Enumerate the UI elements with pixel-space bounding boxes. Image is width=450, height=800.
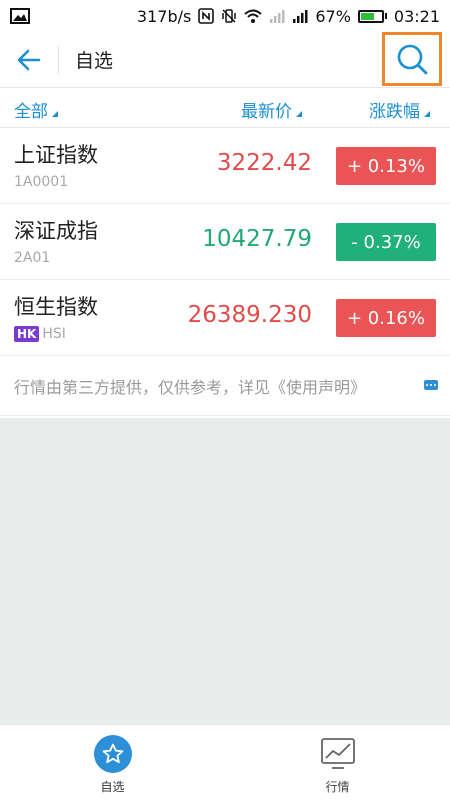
sort-price-label: 最新价 xyxy=(241,102,292,122)
search-button[interactable] xyxy=(382,32,442,86)
stock-code-text: HSI xyxy=(42,326,66,342)
app-header: 自选 xyxy=(0,32,450,88)
change-badge[interactable]: - 0.37% xyxy=(336,223,436,261)
status-bar: 317b/s 67% 03:21 xyxy=(0,0,450,32)
filter-all-label: 全部 xyxy=(14,102,48,122)
sort-change-label: 涨跌幅 xyxy=(369,102,420,122)
page-title: 自选 xyxy=(75,50,114,72)
stock-name: 上证指数 xyxy=(14,143,98,167)
bottom-nav: 自选 行情 xyxy=(0,724,450,800)
sort-price-button[interactable]: 最新价 xyxy=(241,97,302,122)
sort-triangle-icon xyxy=(296,110,302,117)
tab-watchlist[interactable]: 自选 xyxy=(0,725,225,800)
stock-code-text: 2A01 xyxy=(14,250,51,266)
stock-code: HK HSI xyxy=(14,326,66,342)
battery-percent: 67% xyxy=(315,6,351,26)
wifi-icon xyxy=(244,9,262,23)
stock-code-text: 1A0001 xyxy=(14,174,69,190)
sort-change-button[interactable]: 涨跌幅 xyxy=(369,97,430,122)
network-speed: 317b/s xyxy=(136,6,192,26)
disclaimer-text: 行情由第三方提供，仅供参考，详见《使用声明》 xyxy=(14,377,367,397)
vibrate-icon xyxy=(221,8,237,24)
disclaimer-row[interactable]: 行情由第三方提供，仅供参考，详见《使用声明》 xyxy=(0,356,450,416)
sort-triangle-icon xyxy=(424,110,430,117)
tab-watchlist-label: 自选 xyxy=(100,780,125,794)
image-notification-icon xyxy=(10,8,30,24)
change-badge[interactable]: + 0.13% xyxy=(336,147,436,185)
more-icon xyxy=(424,380,438,390)
stock-name: 深证成指 xyxy=(14,219,98,243)
change-badge[interactable]: + 0.16% xyxy=(336,299,436,337)
stock-price: 10427.79 xyxy=(202,226,312,252)
clock: 03:21 xyxy=(393,6,440,26)
chart-icon xyxy=(319,735,357,773)
market-badge: HK xyxy=(14,326,40,342)
signal-strong-icon xyxy=(292,9,308,23)
tab-market-label: 行情 xyxy=(325,780,350,794)
empty-area xyxy=(0,418,450,724)
signal-weak-icon xyxy=(269,9,285,23)
filter-all-button[interactable]: 全部 xyxy=(14,97,58,122)
header-divider xyxy=(58,45,59,74)
back-button[interactable] xyxy=(0,32,58,88)
watchlist-row[interactable]: 恒生指数 HK HSI 26389.230 + 0.16% xyxy=(0,280,450,356)
stock-price: 26389.230 xyxy=(187,302,312,328)
tab-market[interactable]: 行情 xyxy=(225,725,450,800)
watchlist: 上证指数 1A0001 3222.42 + 0.13% 深证成指 2A01 10… xyxy=(0,128,450,356)
stock-name: 恒生指数 xyxy=(14,295,98,319)
nfc-icon xyxy=(198,8,215,24)
watchlist-row[interactable]: 上证指数 1A0001 3222.42 + 0.13% xyxy=(0,128,450,204)
star-icon xyxy=(93,735,132,773)
sort-triangle-icon xyxy=(52,110,58,117)
back-arrow-icon xyxy=(17,49,41,70)
stock-code: 1A0001 xyxy=(14,174,68,190)
watchlist-row[interactable]: 深证成指 2A01 10427.79 - 0.37% xyxy=(0,204,450,280)
battery-icon xyxy=(357,9,387,23)
search-icon xyxy=(397,44,428,75)
stock-price: 3222.42 xyxy=(216,150,312,176)
column-header: 全部 最新价 涨跌幅 xyxy=(0,92,450,128)
stock-code: 2A01 xyxy=(14,250,50,266)
